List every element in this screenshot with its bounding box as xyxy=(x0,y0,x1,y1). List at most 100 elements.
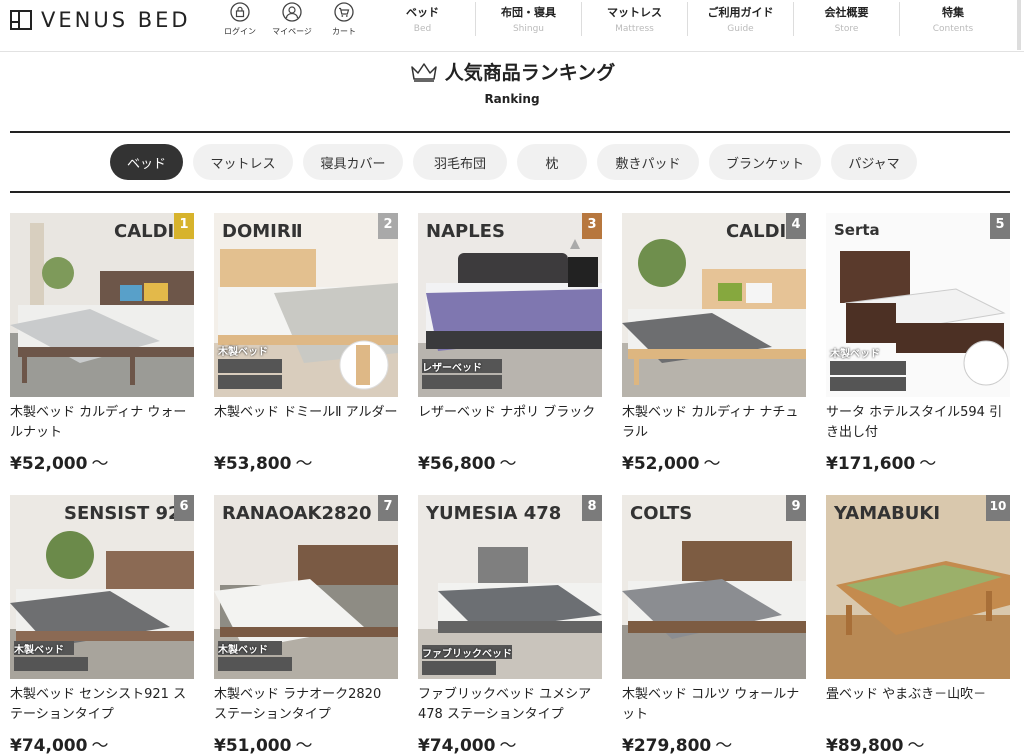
price-tilde: 〜 xyxy=(499,454,517,474)
product-card[interactable]: SENSIST 92 木製ベッド 6 木製ベッド センシスト921 ステーション… xyxy=(10,495,194,755)
image-title: Serta xyxy=(834,221,880,239)
nav-sublabel: Store xyxy=(834,24,859,34)
image-tag: 木製ベッド xyxy=(830,349,880,360)
product-image[interactable]: DOMIRⅡ 木製ベッド 2 xyxy=(214,213,398,397)
product-image[interactable]: Serta 木製ベッド 5 xyxy=(826,213,1010,397)
product-card[interactable]: RANAOAK2820 木製ベッド 7 木製ベッド ラナオーク2820 ステーシ… xyxy=(214,495,398,755)
cart-label: カート xyxy=(332,27,356,36)
bed-photo-icon xyxy=(826,213,1010,397)
image-tag: 木製ベッド xyxy=(14,645,64,656)
product-image[interactable]: NAPLES レザーベッド 3 xyxy=(418,213,602,397)
product-price: ¥52,000 〜 xyxy=(10,449,194,474)
tab-blanket[interactable]: ブランケット xyxy=(709,144,821,180)
image-tag: 木製ベッド xyxy=(218,645,268,656)
nav-item-contents[interactable]: 特集 Contents xyxy=(900,2,1006,36)
ranking-heading: 人気商品ランキング Ranking xyxy=(0,58,1024,106)
rank-badge: 3 xyxy=(582,213,602,239)
ranking-title: 人気商品ランキング xyxy=(444,62,616,84)
price-tilde: 〜 xyxy=(295,736,313,755)
product-name[interactable]: 畳ベッド やまぶき－山吹－ xyxy=(826,685,1010,725)
global-nav: ベッド Bed 布団・寝具 Shingu マットレス Mattress ご利用ガイド G… xyxy=(370,2,1006,36)
product-image[interactable]: YAMABUKI 10 xyxy=(826,495,1010,679)
login-label: ログイン xyxy=(224,27,256,36)
product-card[interactable]: CALDIN 1 木製ベッド カルディナ ウォールナット ¥52,000 〜 xyxy=(10,213,194,474)
nav-sublabel: Guide xyxy=(727,24,754,34)
price-value: ¥74,000 xyxy=(10,736,88,755)
product-price: ¥279,800 〜 xyxy=(622,731,806,755)
product-image[interactable]: COLTS 9 xyxy=(622,495,806,679)
cart-link[interactable]: カート xyxy=(318,0,370,40)
tab-bed-pad[interactable]: 敷きパッド xyxy=(597,144,699,180)
image-tag: ファブリックベッド xyxy=(422,649,512,660)
nav-label: ベッド xyxy=(406,6,439,19)
divider xyxy=(10,191,1010,193)
product-name[interactable]: ファブリックベッド ユメシア478 ステーションタイプ xyxy=(418,685,602,725)
image-title: DOMIRⅡ xyxy=(222,221,303,242)
image-tag: レザーベッド xyxy=(422,363,482,374)
product-card[interactable]: YUMESIA 478 ファブリックベッド 8 ファブリックベッド ユメシア47… xyxy=(418,495,602,755)
tab-bed[interactable]: ベッド xyxy=(110,144,183,180)
product-price: ¥51,000 〜 xyxy=(214,731,398,755)
product-image[interactable]: RANAOAK2820 木製ベッド 7 xyxy=(214,495,398,679)
product-name[interactable]: 木製ベッド カルディナ ウォールナット xyxy=(10,403,194,443)
divider xyxy=(10,131,1010,133)
nav-item-mattress[interactable]: マットレス Mattress xyxy=(582,2,688,36)
product-card[interactable]: DOMIRⅡ 木製ベッド 2 木製ベッド ドミールⅡ アルダー ¥53,800 〜 xyxy=(214,213,398,474)
product-price: ¥74,000 〜 xyxy=(10,731,194,755)
image-title: COLTS xyxy=(630,503,693,524)
product-image[interactable]: CALDIN 4 xyxy=(622,213,806,397)
product-name[interactable]: 木製ベッド コルツ ウォールナット xyxy=(622,685,806,725)
site-header: VENUS BED ログイン マイページ カート ベッド Bed 布団・寝具 Shi… xyxy=(0,0,1024,52)
product-name[interactable]: サータ ホテルスタイル594 引き出し付 xyxy=(826,403,1010,443)
product-price: ¥74,000 〜 xyxy=(418,731,602,755)
price-value: ¥56,800 xyxy=(418,454,496,474)
image-title: NAPLES xyxy=(426,221,505,242)
product-image[interactable]: SENSIST 92 木製ベッド 6 xyxy=(10,495,194,679)
product-price: ¥171,600 〜 xyxy=(826,449,1010,474)
product-card[interactable]: COLTS 9 木製ベッド コルツ ウォールナット ¥279,800 〜 xyxy=(622,495,806,755)
nav-item-shingu[interactable]: 布団・寝具 Shingu xyxy=(476,2,582,36)
product-card[interactable]: NAPLES レザーベッド 3 レザーベッド ナポリ ブラック ¥56,800 〜 xyxy=(418,213,602,474)
tab-bedding-cover[interactable]: 寝具カバー xyxy=(303,144,403,180)
product-card[interactable]: YAMABUKI 10 畳ベッド やまぶき－山吹－ ¥89,800 〜 xyxy=(826,495,1010,755)
nav-item-guide[interactable]: ご利用ガイド Guide xyxy=(688,2,794,36)
rank-badge: 6 xyxy=(174,495,194,521)
tab-down-comforter[interactable]: 羽毛布団 xyxy=(413,144,507,180)
mypage-link[interactable]: マイページ xyxy=(266,0,318,40)
rank-badge: 4 xyxy=(786,213,806,239)
tab-pillow[interactable]: 枕 xyxy=(517,144,587,180)
image-title: RANAOAK2820 xyxy=(222,503,372,524)
nav-sublabel: Contents xyxy=(932,24,974,34)
image-title: SENSIST 92 xyxy=(64,503,181,524)
product-name[interactable]: 木製ベッド ドミールⅡ アルダー xyxy=(214,403,398,443)
mypage-label: マイページ xyxy=(272,27,312,36)
price-tilde: 〜 xyxy=(91,736,109,755)
product-name[interactable]: 木製ベッド センシスト921 ステーションタイプ xyxy=(10,685,194,725)
price-value: ¥53,800 xyxy=(214,454,292,474)
nav-label: ご利用ガイド xyxy=(707,6,774,19)
crown-icon xyxy=(411,62,437,82)
nav-item-store[interactable]: 会社概要 Store xyxy=(794,2,900,36)
tab-pajamas[interactable]: パジャマ xyxy=(831,144,917,180)
scrollbar[interactable] xyxy=(1017,0,1021,50)
product-card[interactable]: Serta 木製ベッド 5 サータ ホテルスタイル594 引き出し付 ¥171,… xyxy=(826,213,1010,474)
rank-badge: 2 xyxy=(378,213,398,239)
product-card[interactable]: CALDIN 4 木製ベッド カルディナ ナチュラル ¥52,000 〜 xyxy=(622,213,806,474)
nav-item-bed[interactable]: ベッド Bed xyxy=(370,2,476,36)
price-value: ¥171,600 xyxy=(826,454,916,474)
product-image[interactable]: CALDIN 1 xyxy=(10,213,194,397)
product-name[interactable]: レザーベッド ナポリ ブラック xyxy=(418,403,602,443)
image-tag: 木製ベッド xyxy=(218,347,268,358)
nav-label: 特集 xyxy=(942,6,964,19)
product-image[interactable]: YUMESIA 478 ファブリックベッド 8 xyxy=(418,495,602,679)
cart-icon xyxy=(334,2,354,22)
product-name[interactable]: 木製ベッド カルディナ ナチュラル xyxy=(622,403,806,443)
price-value: ¥74,000 xyxy=(418,736,496,755)
logo[interactable]: VENUS BED xyxy=(10,7,191,33)
product-name[interactable]: 木製ベッド ラナオーク2820 ステーションタイプ xyxy=(214,685,398,725)
rank-badge: 10 xyxy=(986,495,1010,521)
login-link[interactable]: ログイン xyxy=(214,0,266,40)
tab-mattress[interactable]: マットレス xyxy=(193,144,293,180)
nav-sublabel: Bed xyxy=(413,24,432,34)
price-tilde: 〜 xyxy=(703,454,721,474)
